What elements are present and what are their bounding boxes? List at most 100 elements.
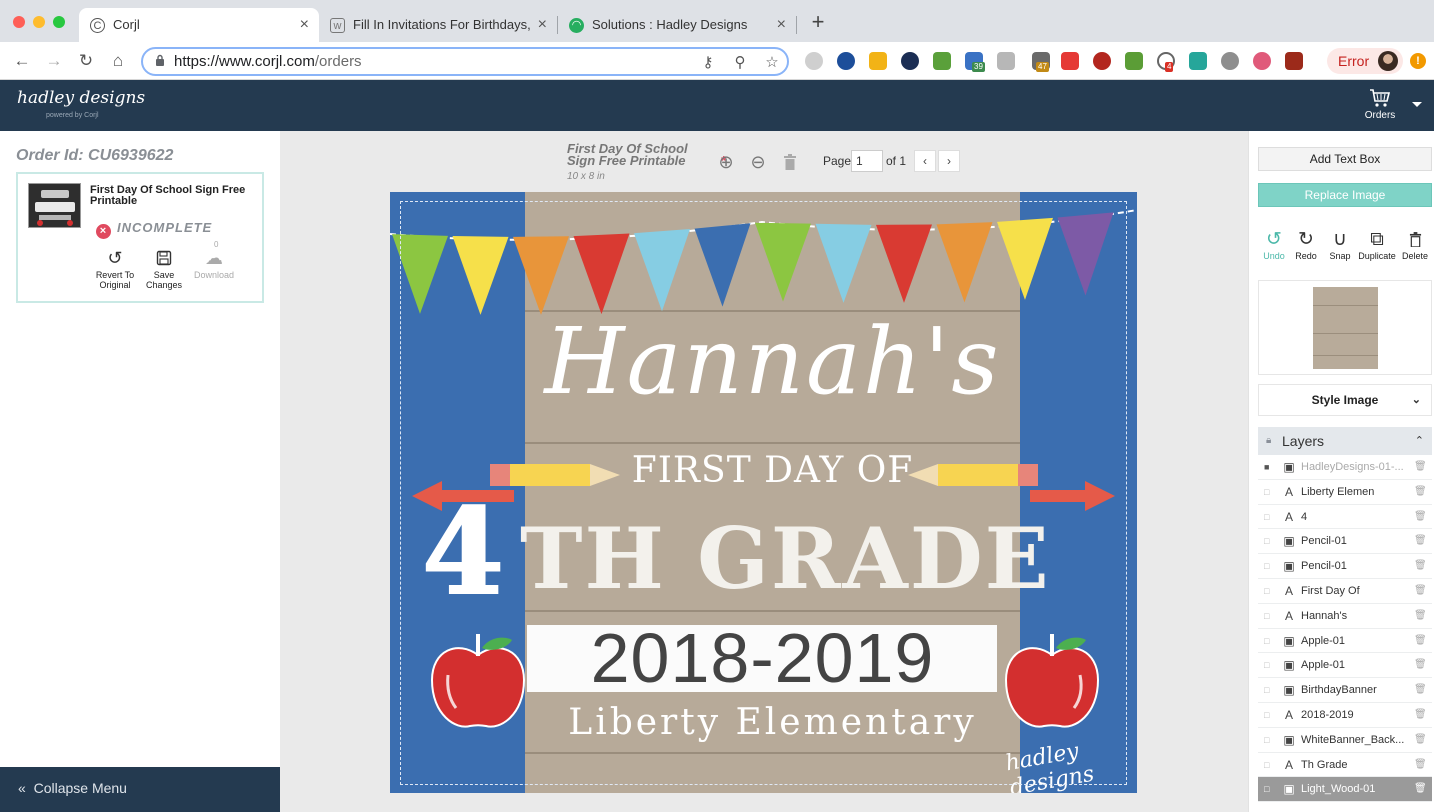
unlock-icon[interactable]: □ (1264, 505, 1269, 529)
zoom-out-icon[interactable]: ⊖ (747, 151, 769, 173)
layer-delete-icon[interactable]: 🗑︎ (1414, 629, 1427, 653)
extension-k-icon[interactable] (997, 52, 1015, 70)
extension-eye-icon[interactable] (901, 52, 919, 70)
replace-image-button[interactable]: Replace Image (1258, 183, 1432, 207)
zoom-icon[interactable]: ⚲ (731, 53, 749, 71)
back-button[interactable]: ← (11, 50, 33, 72)
extension-js-icon[interactable] (869, 52, 887, 70)
revert-to-original-button[interactable]: ↺ Revert To Original (90, 248, 140, 290)
extension-code-icon[interactable]: 39 (965, 52, 985, 72)
layer-row[interactable]: □ ▣ WhiteBanner_Back... 🗑︎ (1258, 728, 1432, 753)
unlock-icon[interactable]: □ (1264, 678, 1269, 702)
extension-compass-icon[interactable] (837, 52, 855, 70)
unlock-icon[interactable]: □ (1264, 529, 1269, 553)
extension-download-icon[interactable] (1285, 52, 1303, 70)
unlock-icon[interactable]: □ (1264, 703, 1269, 727)
bookmark-star-icon[interactable]: ☆ (763, 53, 781, 71)
layer-row[interactable]: □ ▣ BirthdayBanner 🗑︎ (1258, 678, 1432, 703)
close-tab-icon[interactable]: × (300, 8, 309, 42)
layer-row[interactable]: ■ ▣ HadleyDesigns-01-... 🗑︎ (1258, 455, 1432, 480)
style-image-dropdown[interactable]: Style Image ⌄ (1258, 384, 1432, 416)
zoom-in-icon[interactable]: ⊕ (715, 151, 737, 173)
close-tab-icon[interactable]: × (777, 8, 786, 42)
unlock-icon[interactable]: □ (1264, 579, 1269, 603)
extension-heart-icon[interactable] (1253, 52, 1271, 70)
lock-icon[interactable]: ■ (1264, 455, 1269, 479)
download-button[interactable]: ☁ Download (189, 248, 239, 280)
design-artboard[interactable]: Hannah's FIRST DAY OF 4 TH GRADE 2018-20… (390, 192, 1137, 793)
chrome-menu-alert-icon[interactable]: ! (1410, 53, 1426, 69)
unlock-icon[interactable]: □ (1264, 728, 1269, 752)
app-logo[interactable]: hadley designs (17, 88, 145, 108)
new-tab-button[interactable]: + (808, 11, 828, 33)
extension-shopify-icon[interactable] (1125, 52, 1143, 70)
page-number-input[interactable]: 1 (851, 150, 883, 172)
layer-delete-icon[interactable]: 🗑︎ (1414, 753, 1427, 777)
product-thumbnail[interactable] (28, 183, 81, 228)
tab-invitations[interactable]: w Fill In Invitations For Birthdays, × (319, 8, 557, 42)
extension-flask-icon[interactable] (933, 52, 951, 70)
redo-button[interactable]: ↻ Redo (1287, 229, 1325, 261)
layer-delete-icon[interactable]: 🗑︎ (1414, 529, 1427, 553)
unlock-icon[interactable]: □ (1264, 604, 1269, 628)
profile-error-button[interactable]: Error (1327, 48, 1403, 74)
layer-row[interactable]: □ ▣ Pencil-01 🗑︎ (1258, 529, 1432, 555)
account-dropdown-icon[interactable] (1412, 102, 1422, 107)
extension-robot-icon[interactable] (1221, 52, 1239, 70)
layer-delete-icon[interactable]: 🗑︎ (1414, 480, 1427, 504)
home-button[interactable]: ⌂ (107, 50, 129, 72)
extension-youtube-icon[interactable] (1061, 52, 1079, 70)
trash-icon[interactable] (779, 151, 801, 173)
layers-header[interactable]: 🔒︎ Layers ⌃ (1258, 427, 1432, 455)
tab-solutions[interactable]: ◠ Solutions : Hadley Designs × (558, 8, 796, 42)
chevron-up-icon[interactable]: ⌃ (1415, 427, 1424, 455)
extension-shield-icon[interactable] (1093, 52, 1111, 70)
extension-spiral-icon[interactable]: 4 (1157, 52, 1175, 72)
unlock-icon[interactable]: □ (1264, 554, 1269, 578)
layer-row[interactable]: □ A 2018-2019 🗑︎ (1258, 703, 1432, 728)
minimize-window-button[interactable] (33, 16, 45, 28)
extension-wand-icon[interactable]: 47 (1032, 52, 1050, 72)
prev-page-button[interactable]: ‹ (914, 150, 936, 172)
next-page-button[interactable]: › (938, 150, 960, 172)
collapse-menu-button[interactable]: « Collapse Menu (0, 767, 280, 812)
forward-button[interactable]: → (43, 50, 65, 72)
unlock-icon[interactable]: □ (1264, 777, 1269, 801)
layer-row[interactable]: □ ▣ Apple-01 🗑︎ (1258, 629, 1432, 654)
selected-image-preview[interactable] (1313, 287, 1378, 369)
close-window-button[interactable] (13, 16, 25, 28)
orders-button[interactable]: Orders (1360, 88, 1400, 121)
tab-corjl[interactable]: C Corjl × (79, 8, 319, 42)
layer-row[interactable]: □ ▣ Pencil-01 🗑︎ (1258, 554, 1432, 579)
save-changes-button[interactable]: Save Changes (139, 248, 189, 290)
layer-row[interactable]: □ A Liberty Elemen 🗑︎ (1258, 480, 1432, 505)
delete-button[interactable]: Delete (1396, 229, 1434, 261)
layer-delete-icon[interactable]: 🗑︎ (1414, 653, 1427, 677)
layer-row[interactable]: □ A First Day Of 🗑︎ (1258, 579, 1432, 604)
unlock-icon[interactable]: □ (1264, 480, 1269, 504)
layer-row[interactable]: □ A 4 🗑︎ (1258, 505, 1432, 530)
duplicate-button[interactable]: ⧉ Duplicate (1356, 229, 1398, 261)
extension-shirt-icon[interactable] (1189, 52, 1207, 70)
extension-v-icon[interactable] (805, 52, 823, 70)
unlock-icon[interactable]: □ (1264, 629, 1269, 653)
close-tab-icon[interactable]: × (538, 8, 547, 42)
layer-delete-icon[interactable]: 🗑︎ (1414, 728, 1427, 752)
layer-delete-icon[interactable]: 🗑︎ (1414, 554, 1427, 578)
maximize-window-button[interactable] (53, 16, 65, 28)
layer-row[interactable]: □ ▣ Apple-01 🗑︎ (1258, 653, 1432, 679)
layer-delete-icon[interactable]: 🗑︎ (1414, 455, 1427, 479)
key-icon[interactable]: ⚷ (699, 53, 717, 71)
layer-delete-icon[interactable]: 🗑︎ (1414, 579, 1427, 603)
snap-button[interactable]: ∪ Snap (1321, 229, 1359, 261)
layer-row[interactable]: □ ▣ Light_Wood-01 🗑︎ (1258, 777, 1432, 803)
reload-button[interactable]: ↻ (75, 50, 97, 72)
layer-delete-icon[interactable]: 🗑︎ (1414, 703, 1427, 727)
layer-delete-icon[interactable]: 🗑︎ (1414, 777, 1427, 801)
address-bar[interactable]: https://www.corjl.com/orders ⚷ ⚲ ☆ (141, 47, 789, 76)
layer-delete-icon[interactable]: 🗑︎ (1414, 678, 1427, 702)
layer-delete-icon[interactable]: 🗑︎ (1414, 604, 1427, 628)
order-item-card[interactable]: First Day Of School Sign Free Printable … (16, 172, 264, 303)
layer-row[interactable]: □ A Th Grade 🗑︎ (1258, 753, 1432, 778)
layer-delete-icon[interactable]: 🗑︎ (1414, 505, 1427, 529)
